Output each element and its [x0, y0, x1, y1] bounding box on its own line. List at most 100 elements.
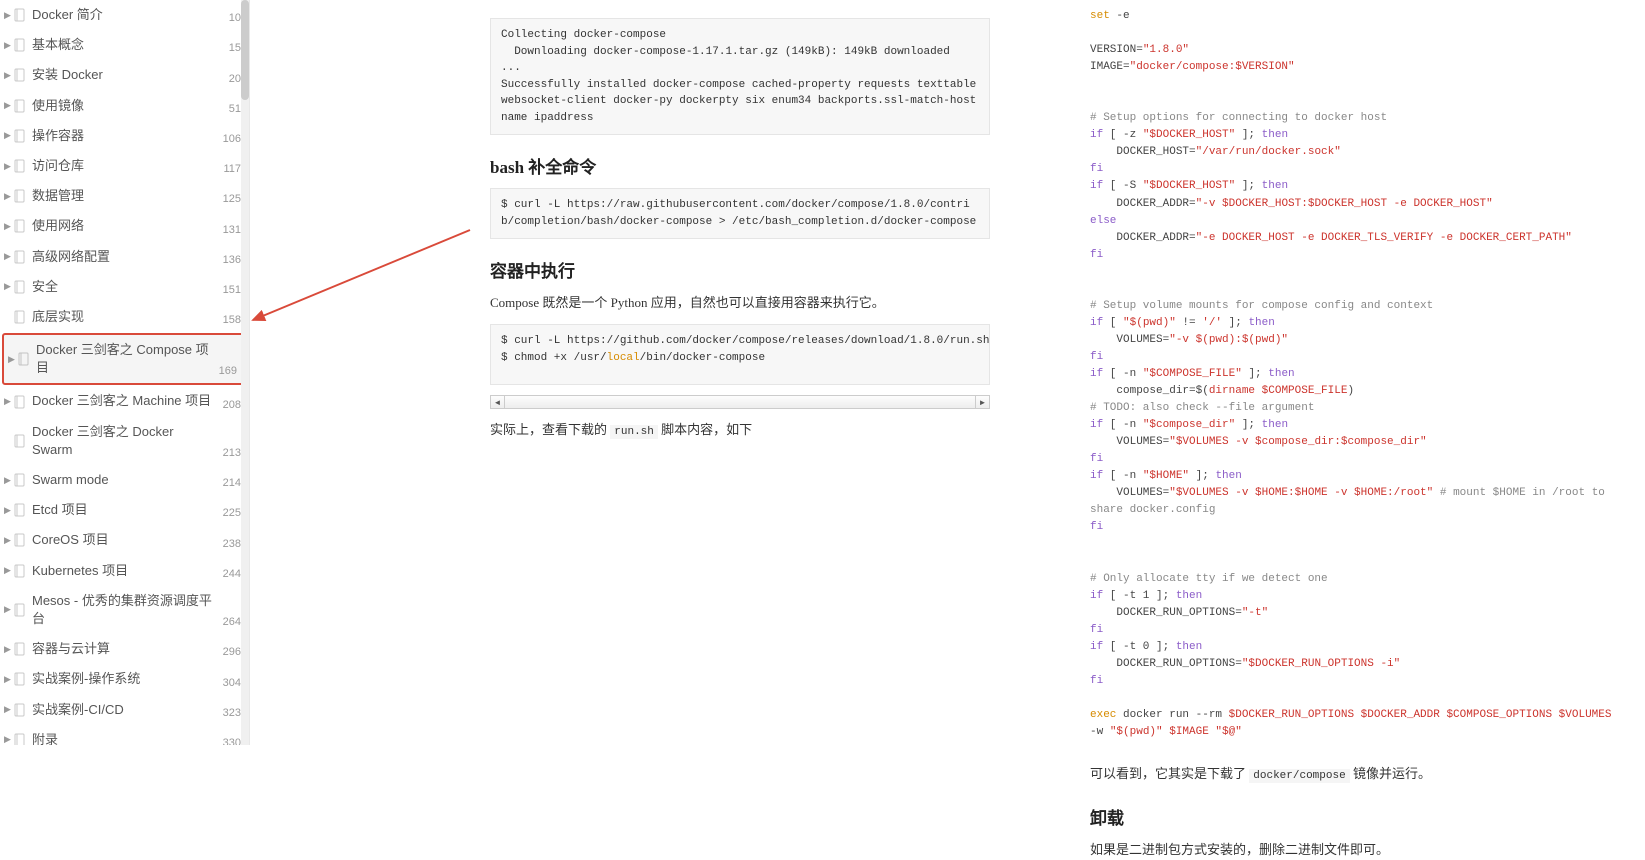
book-icon [14, 68, 26, 82]
sidebar-item-page: 296 [223, 646, 241, 658]
chevron-right-icon: ▶ [4, 221, 12, 232]
book-icon [14, 533, 26, 547]
sidebar-item-label: 附录 [32, 731, 217, 745]
sidebar-item-page: 304 [223, 677, 241, 689]
book-icon [14, 395, 26, 409]
sidebar-item-17[interactable]: ▶Kubernetes 项目244 [0, 556, 249, 586]
chevron-right-icon: ▶ [4, 475, 12, 486]
sidebar-item-page: 117 [223, 163, 241, 175]
sidebar-item-page: 10 [229, 12, 241, 24]
book-icon [14, 280, 26, 294]
sidebar-item-page: 151 [223, 284, 241, 296]
code-curl-run-sh: $ curl -L https://github.com/docker/comp… [490, 324, 990, 385]
book-icon [14, 38, 26, 52]
sidebar-item-label: Docker 简介 [32, 6, 223, 24]
sidebar: ▶Docker 简介10▶基本概念15▶安装 Docker20▶使用镜像51▶操… [0, 0, 250, 745]
code-pip-output: Collecting docker-compose Downloading do… [490, 18, 990, 135]
sidebar-item-page: 323 [223, 707, 241, 719]
code-horizontal-scrollbar[interactable]: ◄► [490, 395, 990, 409]
sidebar-item-21[interactable]: ▶实战案例-CI/CD323 [0, 695, 249, 725]
sidebar-item-18[interactable]: ▶Mesos - 优秀的集群资源调度平台264 [0, 586, 249, 634]
sidebar-item-page: 330 [223, 737, 241, 745]
heading-uninstall: 卸载 [1090, 804, 1615, 829]
heading-bash-completion: bash 补全命令 [490, 153, 990, 178]
book-icon [14, 219, 26, 233]
sidebar-item-20[interactable]: ▶实战案例-操作系统304 [0, 664, 249, 694]
chevron-right-icon: ▶ [4, 565, 12, 576]
chevron-right-icon: ▶ [4, 191, 12, 202]
sidebar-item-13[interactable]: Docker 三剑客之 Docker Swarm 213 [0, 417, 249, 465]
sidebar-item-14[interactable]: ▶Swarm mode214 [0, 465, 249, 495]
book-icon [14, 250, 26, 264]
script-run-sh: set -e VERSION="1.8.0" IMAGE="docker/com… [1090, 8, 1615, 741]
sidebar-item-page: 213 [223, 447, 241, 459]
sidebar-item-10[interactable]: 底层实现 158 [0, 302, 249, 332]
sidebar-item-7[interactable]: ▶使用网络131 [0, 211, 249, 241]
sidebar-item-page: 131 [223, 224, 241, 236]
content-column-right: set -e VERSION="1.8.0" IMAGE="docker/com… [1080, 0, 1645, 745]
sidebar-item-page: 158 [223, 314, 241, 326]
book-icon [14, 129, 26, 143]
content-column-left: Collecting docker-compose Downloading do… [420, 0, 1080, 745]
chevron-right-icon: ▶ [4, 70, 12, 81]
book-icon [14, 703, 26, 717]
code-bash-completion: $ curl -L https://raw.githubusercontent.… [490, 188, 990, 239]
chevron-right-icon: ▶ [4, 130, 12, 141]
sidebar-item-0[interactable]: ▶Docker 简介10 [0, 0, 249, 30]
book-icon [14, 564, 26, 578]
sidebar-item-4[interactable]: ▶ 操作容器 106 [0, 121, 249, 151]
sidebar-item-page: 169 [219, 365, 237, 377]
sidebar-scrollbar[interactable] [241, 0, 249, 745]
sidebar-item-page: 136 [223, 254, 241, 266]
sidebar-item-label: 使用镜像 [32, 97, 223, 115]
sidebar-item-1[interactable]: ▶基本概念15 [0, 30, 249, 60]
sidebar-item-9[interactable]: ▶安全151 [0, 272, 249, 302]
sidebar-item-12[interactable]: ▶ Docker 三剑客之 Machine 项目 208 [0, 386, 249, 416]
sidebar-item-page: 238 [223, 538, 241, 550]
chevron-right-icon: ▶ [4, 281, 12, 292]
chevron-right-icon: ▶ [4, 396, 12, 407]
sidebar-item-6[interactable]: ▶数据管理125 [0, 181, 249, 211]
sidebar-item-15[interactable]: ▶Etcd 项目225 [0, 495, 249, 525]
sidebar-item-19[interactable]: ▶容器与云计算296 [0, 634, 249, 664]
sidebar-item-22[interactable]: ▶ 附录 330 [0, 725, 249, 745]
sidebar-item-label: Etcd 项目 [32, 501, 217, 519]
sidebar-item-11[interactable]: ▶Docker 三剑客之 Compose 项目169 [2, 333, 247, 385]
sidebar-item-label: Docker 三剑客之 Docker Swarm [32, 423, 217, 459]
sidebar-item-16[interactable]: ▶CoreOS 项目238 [0, 525, 249, 555]
chevron-right-icon: ▶ [4, 100, 12, 111]
chevron-right-icon: ▶ [4, 674, 12, 685]
para-compose-python: Compose 既然是一个 Python 应用，自然也可以直接用容器来执行它。 [490, 292, 990, 314]
book-icon [14, 8, 26, 22]
sidebar-item-page: 20 [229, 73, 241, 85]
chevron-right-icon: ▶ [8, 354, 16, 365]
sidebar-item-label: 容器与云计算 [32, 640, 217, 658]
book-icon [14, 672, 26, 686]
chevron-right-icon: ▶ [4, 734, 12, 745]
sidebar-item-label: Docker 三剑客之 Machine 项目 [32, 392, 217, 410]
sidebar-item-5[interactable]: ▶访问仓库117 [0, 151, 249, 181]
para-downloaded-image: 可以看到，它其实是下载了 docker/compose 镜像并运行。 [1090, 763, 1615, 786]
para-uninstall-binary: 如果是二进制包方式安装的，删除二进制文件即可。 [1090, 839, 1615, 860]
sidebar-item-2[interactable]: ▶ 安装 Docker 20 [0, 60, 249, 90]
sidebar-item-3[interactable]: ▶使用镜像51 [0, 91, 249, 121]
book-icon [14, 503, 26, 517]
sidebar-item-label: 访问仓库 [32, 157, 217, 175]
gutter [250, 0, 420, 745]
sidebar-item-page: 106 [223, 133, 241, 145]
sidebar-item-page: 208 [223, 399, 241, 411]
sidebar-item-label: Swarm mode [32, 471, 217, 489]
book-icon [14, 473, 26, 487]
chevron-right-icon: ▶ [4, 40, 12, 51]
sidebar-item-8[interactable]: ▶高级网络配置136 [0, 242, 249, 272]
sidebar-item-label: 安装 Docker [32, 66, 223, 84]
book-icon [14, 159, 26, 173]
sidebar-item-label: 操作容器 [32, 127, 217, 145]
sidebar-item-page: 15 [229, 42, 241, 54]
sidebar-item-label: 高级网络配置 [32, 248, 217, 266]
para-run-sh-intro: 实际上，查看下载的 run.sh 脚本内容，如下 [490, 419, 990, 442]
sidebar-item-label: 数据管理 [32, 187, 217, 205]
sidebar-item-label: 底层实现 [32, 308, 217, 326]
sidebar-item-label: Kubernetes 项目 [32, 562, 217, 580]
book-icon [14, 189, 26, 203]
